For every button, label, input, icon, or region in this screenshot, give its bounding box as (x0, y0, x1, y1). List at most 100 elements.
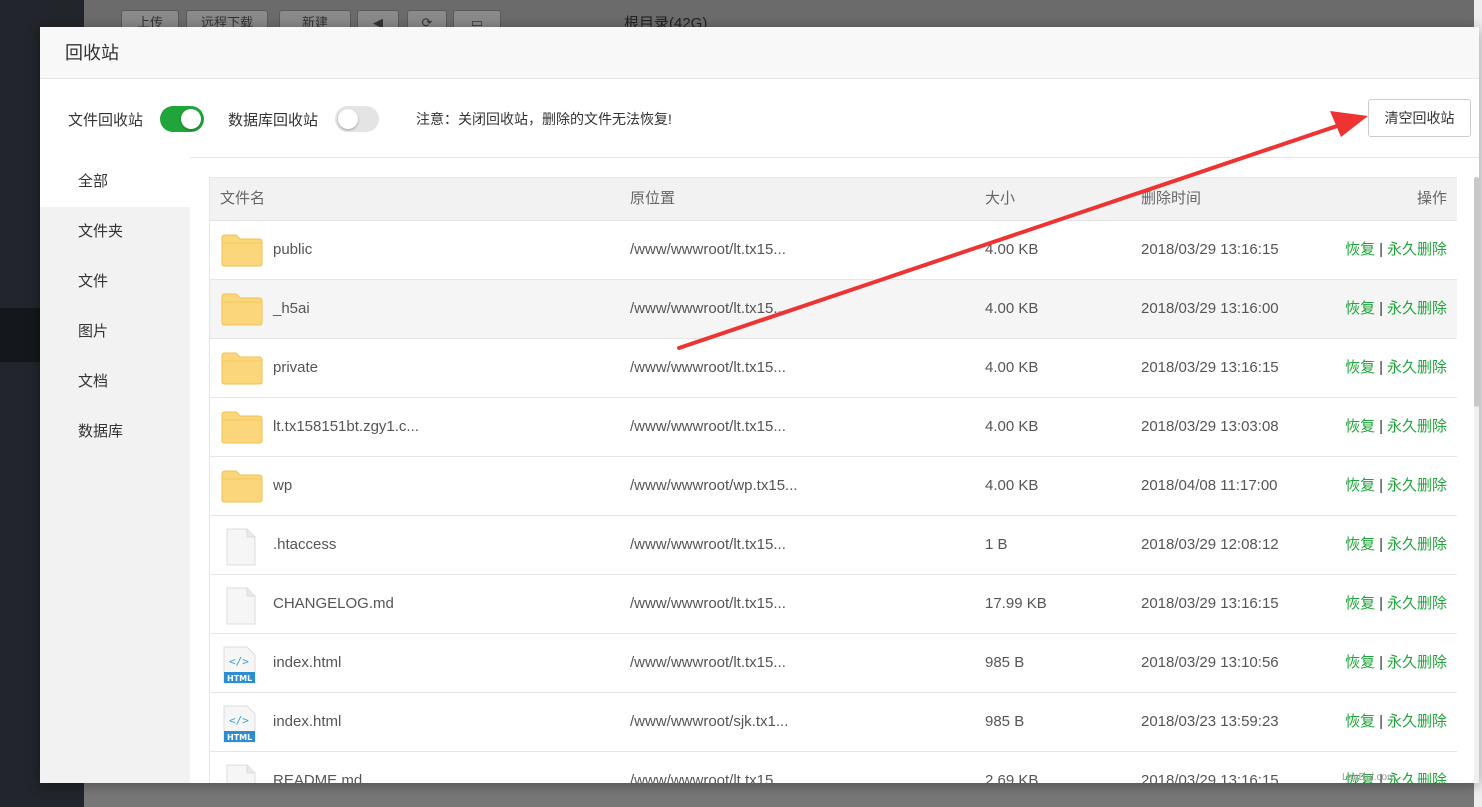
row-location: /www/wwwroot/lt.tx15... (630, 300, 786, 317)
clear-recycle-bin-button[interactable]: 清空回收站 (1368, 99, 1471, 137)
recycle-table: 文件名 原位置 大小 删除时间 操作 public/www/wwwroot/lt… (209, 177, 1457, 783)
table-row[interactable]: .htaccess/www/wwwroot/lt.tx15... 1 B 2018/… (210, 516, 1457, 575)
permanent-delete-link[interactable]: 永久删除 (1387, 654, 1447, 671)
table-row[interactable]: CHANGELOG.md/www/wwwroot/lt.tx15... 17.99… (210, 575, 1457, 634)
background-toolbar: 上传 远程下载 新建 ◀ ⟳ ▭ 根目录(42G) (84, 0, 1482, 36)
action-separator: | (1379, 477, 1383, 494)
action-separator: | (1379, 300, 1383, 317)
row-size: 4.00 KB (985, 477, 1039, 494)
row-filename[interactable]: index.html (273, 693, 341, 751)
restore-link[interactable]: 恢复 (1345, 300, 1375, 317)
svg-text:HTML: HTML (227, 674, 252, 683)
table-row[interactable]: wp/www/wwwroot/wp.tx15... 4.00 KB 2018/04/… (210, 457, 1457, 516)
restore-link[interactable]: 恢复 (1345, 241, 1375, 258)
permanent-delete-link[interactable]: 永久删除 (1387, 418, 1447, 435)
restore-link[interactable]: 恢复 (1345, 595, 1375, 612)
permanent-delete-link[interactable]: 永久删除 (1387, 477, 1447, 494)
header-size[interactable]: 大小 (985, 178, 1015, 220)
table-row[interactable]: _h5ai/www/wwwroot/lt.tx15... 4.00 KB 2018/… (210, 280, 1457, 339)
restore-link[interactable]: 恢复 (1345, 359, 1375, 376)
notice-text: 注意：关闭回收站，删除的文件无法恢复! (416, 111, 672, 127)
table-row[interactable]: </> HTML index.html/www/wwwroot/sjk.tx1...… (210, 693, 1457, 752)
row-size: 17.99 KB (985, 595, 1047, 612)
row-size: 985 B (985, 654, 1025, 671)
row-actions: 恢复 | 永久删除 (1345, 693, 1447, 751)
nav-item-folders[interactable]: 文件夹 (40, 207, 190, 257)
folder-icon (221, 469, 263, 507)
dialog-title: 回收站 (40, 27, 1479, 79)
row-delete-time: 2018/03/29 12:08:12 (1141, 536, 1279, 553)
header-location[interactable]: 原位置 (630, 178, 675, 220)
file-icon (221, 528, 263, 570)
row-filename[interactable]: lt.tx158151bt.zgy1.c... (273, 398, 419, 456)
action-separator: | (1379, 654, 1383, 671)
row-delete-time: 2018/03/29 13:16:15 (1141, 772, 1279, 783)
table-row[interactable]: lt.tx158151bt.zgy1.c... /www/wwwroot/lt.t… (210, 398, 1457, 457)
file-recycle-label: 文件回收站 (68, 112, 144, 129)
action-separator: | (1379, 241, 1383, 258)
row-size: 4.00 KB (985, 241, 1039, 258)
header-actions: 操作 (1416, 190, 1447, 207)
row-location: /www/wwwroot/lt.tx15... (630, 772, 786, 783)
row-delete-time: 2018/03/29 13:16:15 (1141, 241, 1279, 258)
action-separator: | (1379, 536, 1383, 553)
nav-item-all[interactable]: 全部 (40, 157, 190, 207)
file-icon (221, 764, 263, 783)
folder-icon (221, 351, 263, 389)
row-delete-time: 2018/03/29 13:16:15 (1141, 595, 1279, 612)
folder-icon (221, 410, 263, 448)
svg-text:</>: </> (229, 714, 249, 727)
row-size: 985 B (985, 713, 1025, 730)
row-size: 4.00 KB (985, 359, 1039, 376)
toggle-knob (338, 109, 358, 129)
row-delete-time: 2018/03/29 13:03:08 (1141, 418, 1279, 435)
restore-link[interactable]: 恢复 (1345, 477, 1375, 494)
header-delete-time[interactable]: 删除时间 (1141, 178, 1201, 220)
row-filename[interactable]: README.md (273, 752, 362, 783)
nav-item-files[interactable]: 文件 (40, 257, 190, 307)
db-recycle-toggle[interactable] (335, 106, 379, 132)
row-location: /www/wwwroot/wp.tx15... (630, 477, 798, 494)
header-filename[interactable]: 文件名 (220, 178, 265, 220)
nav-item-images[interactable]: 图片 (40, 307, 190, 357)
row-filename[interactable]: CHANGELOG.md (273, 575, 394, 633)
permanent-delete-link[interactable]: 永久删除 (1387, 713, 1447, 730)
row-location: /www/wwwroot/lt.tx15... (630, 418, 786, 435)
row-filename[interactable]: private (273, 339, 318, 397)
row-location: /www/wwwroot/lt.tx15... (630, 654, 786, 671)
row-actions: 恢复 | 永久删除 (1345, 634, 1447, 692)
table-row[interactable]: </> HTML index.html/www/wwwroot/lt.tx15...… (210, 634, 1457, 693)
permanent-delete-link[interactable]: 永久删除 (1387, 536, 1447, 553)
table-header: 文件名 原位置 大小 删除时间 操作 (210, 177, 1457, 221)
restore-link[interactable]: 恢复 (1345, 536, 1375, 553)
table-row[interactable]: README.md/www/wwwroot/lt.tx15... 2.69 KB 2… (210, 752, 1457, 783)
action-separator: | (1379, 418, 1383, 435)
row-delete-time: 2018/03/29 13:16:15 (1141, 359, 1279, 376)
restore-link[interactable]: 恢复 (1345, 654, 1375, 671)
permanent-delete-link[interactable]: 永久删除 (1387, 595, 1447, 612)
permanent-delete-link[interactable]: 永久删除 (1387, 300, 1447, 317)
table-row[interactable]: private/www/wwwroot/lt.tx15... 4.00 KB 201… (210, 339, 1457, 398)
row-filename[interactable]: index.html (273, 634, 341, 692)
restore-link[interactable]: 恢复 (1345, 713, 1375, 730)
restore-link[interactable]: 恢复 (1345, 418, 1375, 435)
row-filename[interactable]: .htaccess (273, 516, 336, 574)
row-filename[interactable]: public (273, 221, 312, 279)
row-actions: 恢复 | 永久删除 (1345, 221, 1447, 279)
nav-item-documents[interactable]: 文档 (40, 357, 190, 407)
svg-text:HTML: HTML (227, 733, 252, 742)
row-location: /www/wwwroot/lt.tx15... (630, 536, 786, 553)
permanent-delete-link[interactable]: 永久删除 (1387, 241, 1447, 258)
row-filename[interactable]: wp (273, 457, 292, 515)
row-size: 2.69 KB (985, 772, 1039, 783)
row-delete-time: 2018/03/29 13:10:56 (1141, 654, 1279, 671)
nav-item-databases[interactable]: 数据库 (40, 407, 190, 457)
file-recycle-toggle[interactable] (160, 106, 204, 132)
scrollbar-thumb[interactable] (1474, 177, 1479, 407)
row-location: /www/wwwroot/lt.tx15... (630, 359, 786, 376)
table-row[interactable]: public/www/wwwroot/lt.tx15... 4.00 KB 2018… (210, 221, 1457, 280)
permanent-delete-link[interactable]: 永久删除 (1387, 359, 1447, 376)
row-filename[interactable]: _h5ai (273, 280, 310, 338)
row-actions: 恢复 | 永久删除 (1345, 398, 1447, 456)
permanent-delete-link[interactable]: 永久删除 (1387, 772, 1447, 783)
